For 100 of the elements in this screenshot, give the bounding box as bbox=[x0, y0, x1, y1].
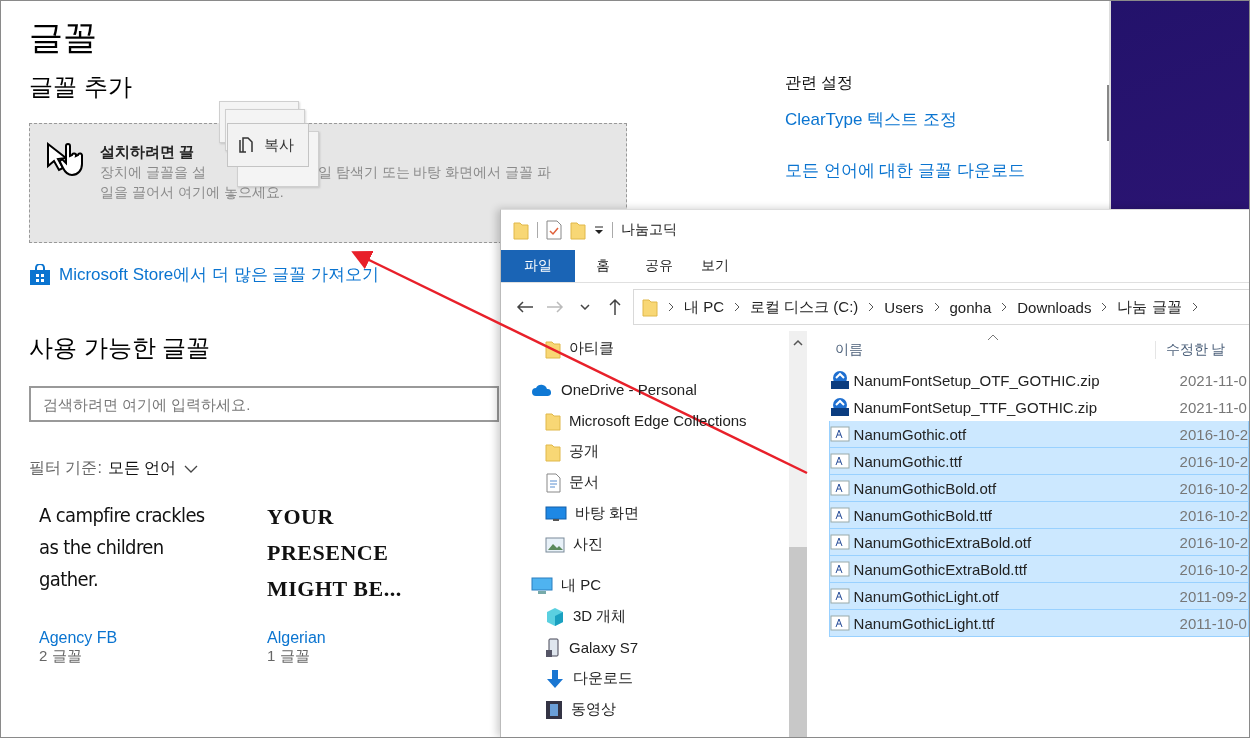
font-file-icon bbox=[829, 561, 850, 577]
scroll-up-icon bbox=[792, 339, 803, 347]
chevron-right-icon bbox=[734, 302, 740, 312]
breadcrumb[interactable]: gonha bbox=[949, 298, 992, 316]
nav-item[interactable]: 동영상 bbox=[501, 694, 789, 725]
checklist-icon[interactable] bbox=[546, 220, 562, 240]
filter-label: 필터 기준: bbox=[29, 458, 102, 478]
scrollbar[interactable] bbox=[788, 331, 807, 737]
folder-icon bbox=[545, 410, 561, 431]
chevron-right-icon bbox=[668, 302, 674, 312]
file-row[interactable]: NanumFontSetup_OTF_GOTHIC.zip 2021-11-0 bbox=[828, 367, 1249, 394]
file-row[interactable]: NanumGothicLight.otf 2011-09-2 bbox=[828, 583, 1249, 610]
cube-icon bbox=[545, 606, 565, 627]
nav-item[interactable]: 내 PC bbox=[501, 570, 789, 601]
archive-icon bbox=[829, 397, 850, 417]
film-icon bbox=[545, 699, 563, 720]
file-row[interactable]: NanumGothic.ttf 2016-10-2 bbox=[828, 448, 1249, 475]
folder-icon bbox=[545, 441, 561, 462]
copy-icon bbox=[238, 136, 254, 154]
file-row[interactable]: NanumGothicBold.otf 2016-10-2 bbox=[828, 475, 1249, 502]
file-row[interactable]: NanumGothicExtraBold.otf 2016-10-2 bbox=[828, 529, 1249, 556]
breadcrumb[interactable]: 내 PC bbox=[684, 297, 724, 317]
font-file-icon bbox=[829, 534, 850, 550]
language-filter-dropdown[interactable]: 모든 언어 bbox=[107, 458, 199, 479]
drop-title: 설치하려면 끌 bbox=[100, 142, 195, 162]
folder-icon bbox=[570, 220, 586, 240]
ribbon-tab[interactable]: 공유 bbox=[631, 250, 687, 282]
nav-item[interactable]: 사진 bbox=[501, 529, 789, 560]
shopping-bag-icon bbox=[29, 263, 51, 286]
nav-item[interactable]: 3D 개체 bbox=[501, 601, 789, 632]
related-settings-heading: 관련 설정 bbox=[785, 73, 855, 93]
font-sample-text: YOUR PRESENCE MIGHT BE... bbox=[267, 503, 403, 603]
scrollbar[interactable] bbox=[1107, 85, 1109, 141]
font-name-link[interactable]: Agency FB bbox=[39, 629, 118, 647]
ribbon-tab[interactable]: 보기 bbox=[687, 250, 743, 282]
chevron-down-icon bbox=[580, 304, 590, 310]
section-heading: 글꼴 추가 bbox=[29, 72, 132, 102]
nav-item[interactable]: 아티클 bbox=[501, 333, 789, 364]
address-bar[interactable]: 내 PC 로컬 디스크 (C:) Users gonha Downloads 나눔 글꼴 bbox=[633, 289, 1249, 325]
font-file-icon bbox=[829, 480, 850, 496]
dropdown-icon[interactable] bbox=[594, 225, 604, 235]
column-header[interactable]: 이름 bbox=[828, 341, 1155, 359]
archive-icon bbox=[829, 370, 850, 390]
font-file-icon bbox=[829, 426, 850, 442]
back-arrow-icon bbox=[516, 300, 534, 314]
breadcrumb[interactable]: 나눔 글꼴 bbox=[1117, 297, 1182, 317]
copy-badge: 복사 bbox=[227, 123, 309, 167]
monitor-icon bbox=[545, 505, 567, 522]
drop-hint-text: 일 탐색기 또는 바탕 화면에서 글꼴 파 bbox=[317, 164, 552, 180]
chevron-down-icon bbox=[184, 464, 199, 473]
chevron-right-icon bbox=[1101, 302, 1108, 312]
font-file-icon bbox=[829, 507, 850, 523]
drop-hint-text: 일을 끌어서 여기에 놓으세요. bbox=[100, 183, 285, 202]
store-link[interactable]: Microsoft Store에서 더 많은 글꼴 가져오기 bbox=[29, 263, 380, 286]
chevron-right-icon bbox=[868, 302, 875, 312]
nav-item[interactable]: 바탕 화면 bbox=[501, 498, 789, 529]
drop-hint-text: 장치에 글꼴을 설 bbox=[100, 164, 206, 180]
nav-item[interactable]: Galaxy S7 bbox=[501, 632, 789, 663]
settings-link[interactable]: ClearType 텍스트 조정 bbox=[785, 108, 957, 131]
chevron-right-icon bbox=[1001, 302, 1008, 312]
font-count: 2 글꼴 bbox=[39, 647, 83, 666]
file-row[interactable]: NanumGothic.otf 2016-10-2 bbox=[828, 421, 1249, 448]
font-file-icon bbox=[829, 453, 850, 469]
nav-item[interactable]: OneDrive - Personal bbox=[501, 374, 789, 405]
ribbon-tab[interactable]: 파일 bbox=[501, 250, 575, 282]
font-sample-text: A campfire crackles as the children gather. bbox=[39, 502, 206, 593]
cloud-icon bbox=[531, 382, 553, 397]
font-count: 1 글꼴 bbox=[267, 647, 311, 666]
nav-item[interactable]: 문서 bbox=[501, 467, 789, 498]
sort-caret-icon bbox=[986, 333, 999, 341]
document-icon bbox=[545, 472, 561, 493]
nav-item[interactable]: 공개 bbox=[501, 436, 789, 467]
computer-icon bbox=[531, 576, 553, 595]
phone-icon bbox=[545, 637, 561, 658]
file-row[interactable]: NanumGothicBold.ttf 2016-10-2 bbox=[828, 502, 1249, 529]
breadcrumb[interactable]: Downloads bbox=[1017, 298, 1092, 316]
folder-icon bbox=[513, 220, 529, 240]
column-header[interactable]: 수정한 날 bbox=[1154, 341, 1226, 359]
file-row[interactable]: NanumGothicLight.ttf 2011-10-0 bbox=[828, 610, 1249, 637]
settings-link[interactable]: 모든 언어에 대한 글꼴 다운로드 bbox=[785, 159, 1025, 182]
breadcrumb[interactable]: Users bbox=[884, 298, 924, 316]
folder-icon bbox=[642, 297, 658, 317]
down-arrow-icon bbox=[545, 668, 565, 689]
up-arrow-icon bbox=[608, 298, 622, 316]
file-row[interactable]: NanumFontSetup_TTF_GOTHIC.zip 2021-11-0 bbox=[828, 394, 1249, 421]
breadcrumb[interactable]: 로컬 디스크 (C:) bbox=[750, 297, 859, 317]
picture-icon bbox=[545, 536, 565, 553]
font-name-link[interactable]: Algerian bbox=[267, 629, 326, 647]
chevron-right-icon bbox=[933, 302, 940, 312]
font-file-icon bbox=[829, 588, 850, 604]
section-heading: 사용 가능한 글꼴 bbox=[29, 333, 211, 363]
search-field[interactable]: 검색하려면 여기에 입력하세요. bbox=[29, 386, 499, 422]
nav-item[interactable]: 다운로드 bbox=[501, 663, 789, 694]
hand-cursor-icon bbox=[46, 142, 86, 178]
page-title: 글꼴 bbox=[29, 17, 97, 57]
chevron-right-icon bbox=[1191, 302, 1198, 312]
file-row[interactable]: NanumGothicExtraBold.ttf 2016-10-2 bbox=[828, 556, 1249, 583]
ribbon-tab[interactable]: 홈 bbox=[575, 250, 631, 282]
font-file-icon bbox=[829, 615, 850, 631]
forward-arrow-icon bbox=[546, 300, 564, 314]
